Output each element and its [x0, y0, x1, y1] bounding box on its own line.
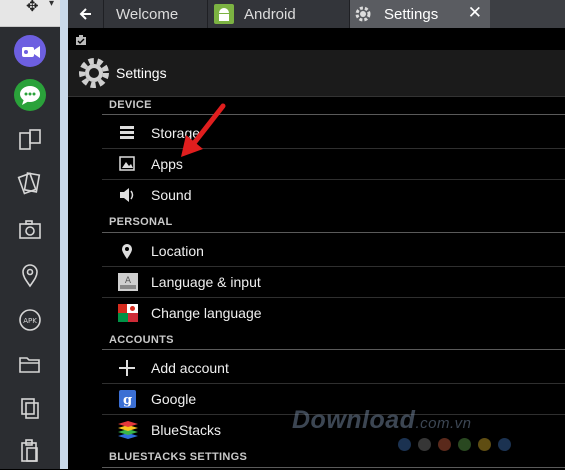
item-label: Language & input: [151, 274, 261, 290]
item-label: Location: [151, 243, 204, 259]
close-icon[interactable]: ✕: [468, 3, 482, 23]
svg-text:g: g: [123, 393, 132, 408]
section-bluestacks-settings: BLUESTACKS SETTINGS: [109, 451, 248, 463]
speaker-icon: [120, 188, 134, 202]
section-personal: PERSONAL: [109, 216, 173, 228]
watermark-suffix: .com.vn: [415, 415, 472, 432]
camera-icon: [19, 220, 41, 239]
watermark-dots: [398, 438, 518, 456]
video-camera-button[interactable]: [11, 32, 49, 70]
clipboard-icon: [21, 439, 38, 462]
section-divider: [102, 349, 565, 350]
status-bar: [68, 28, 565, 50]
section-divider: [102, 232, 565, 233]
annotation-arrow: [181, 103, 226, 157]
sidebar-divider: [60, 0, 68, 469]
settings-item-change-language[interactable]: Change language: [102, 298, 565, 328]
notification-icon: [76, 35, 86, 45]
map-pin-icon: [22, 264, 38, 288]
item-label: Change language: [151, 305, 262, 321]
window-move-control[interactable]: ✥ ▾: [0, 0, 60, 27]
multi-window-button[interactable]: [11, 121, 49, 159]
item-label: Sound: [151, 187, 192, 203]
chat-icon: [14, 79, 46, 111]
apk-icon: APK: [19, 309, 41, 331]
keyboard-language-icon: A: [118, 273, 138, 291]
screenshot-button[interactable]: [11, 211, 49, 249]
settings-item-sound[interactable]: Sound: [102, 180, 565, 210]
section-accounts: ACCOUNTS: [109, 334, 174, 346]
item-label: Google: [151, 391, 197, 407]
tab-label: Settings: [384, 5, 439, 23]
chat-button[interactable]: [11, 76, 49, 114]
copy-icon: [21, 398, 39, 419]
watermark-brand: Download: [292, 406, 416, 434]
section-divider: [102, 114, 565, 115]
settings-item-apps[interactable]: Apps: [102, 149, 565, 179]
tab-android[interactable]: Android: [208, 0, 350, 28]
tab-settings[interactable]: Settings ✕: [350, 0, 490, 28]
paste-button[interactable]: [11, 432, 49, 470]
rotate-button[interactable]: [11, 164, 49, 202]
tab-bar: Welcome Android Settings ✕: [68, 0, 565, 28]
rotate-icon: [17, 172, 41, 195]
settings-item-storage[interactable]: Storage: [102, 118, 565, 148]
location-pin-icon: [122, 244, 132, 259]
android-screen: Settings DEVICE Storage Apps Sound PERSO…: [68, 28, 565, 469]
back-arrow-icon: [79, 8, 91, 20]
video-camera-icon: [14, 35, 46, 67]
storage-icon: [120, 126, 134, 139]
tab-label: Android: [244, 5, 296, 23]
action-bar: Settings: [68, 50, 565, 97]
section-device: DEVICE: [109, 99, 152, 111]
gear-icon: [355, 6, 371, 22]
left-toolbar: ✥ ▾ APK: [0, 0, 60, 469]
back-button[interactable]: [68, 0, 104, 28]
flags-icon: [118, 304, 138, 322]
tab-label: Welcome: [116, 5, 179, 23]
copy-button[interactable]: [11, 389, 49, 427]
google-icon: g: [119, 390, 136, 408]
folder-button[interactable]: [11, 345, 49, 383]
settings-gear-icon[interactable]: [77, 56, 111, 90]
apps-icon: [119, 156, 135, 171]
item-label: BlueStacks: [151, 422, 222, 438]
tab-welcome[interactable]: Welcome: [104, 0, 208, 28]
svg-text:A: A: [125, 276, 132, 286]
android-icon: [214, 4, 234, 24]
settings-item-location[interactable]: Location: [102, 236, 565, 266]
location-button[interactable]: [11, 256, 49, 294]
multi-window-icon: [19, 129, 41, 150]
chevron-down-icon[interactable]: ▾: [49, 0, 54, 9]
plus-icon: [119, 360, 135, 376]
folder-icon: [19, 357, 40, 373]
watermark: Download.com.vn: [292, 406, 471, 435]
settings-item-language-input[interactable]: A Language & input: [102, 267, 565, 297]
section-divider: [102, 467, 565, 468]
install-apk-button[interactable]: APK: [11, 301, 49, 339]
bluestacks-icon: [118, 421, 138, 439]
page-title: Settings: [116, 65, 167, 81]
settings-item-add-account[interactable]: Add account: [102, 353, 565, 383]
item-label: Add account: [151, 360, 229, 376]
svg-text:APK: APK: [23, 317, 37, 325]
move-icon[interactable]: ✥: [26, 0, 39, 15]
